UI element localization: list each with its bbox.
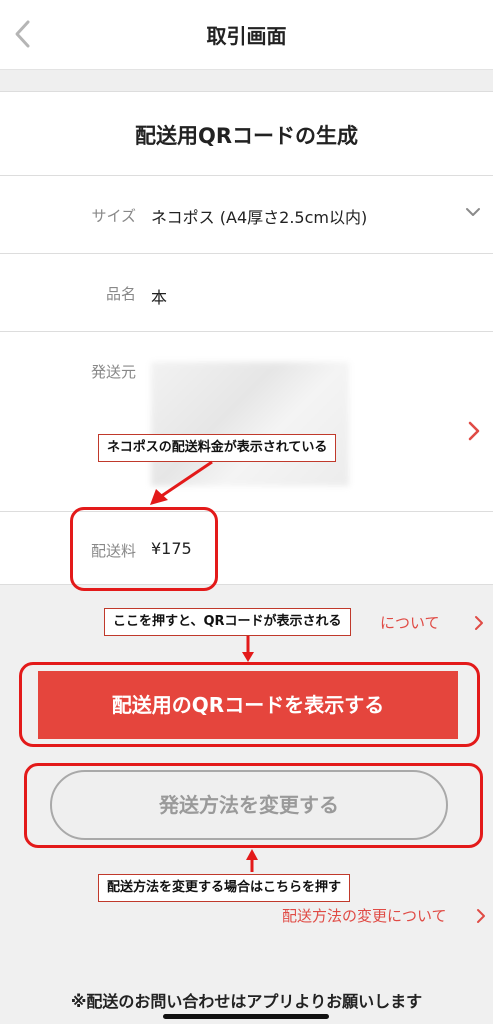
sender-address-row[interactable]: 発送元 bbox=[0, 332, 493, 512]
change-method-link-text: 配送方法の変更について bbox=[282, 907, 447, 925]
change-method-link[interactable]: 配送方法の変更について bbox=[282, 905, 485, 926]
app-header: 取引画面 bbox=[0, 0, 493, 70]
item-label: 品名 bbox=[105, 285, 136, 303]
fee-highlight-callout bbox=[70, 507, 218, 591]
size-value: ネコポス (A4厚さ2.5cm以内) bbox=[151, 208, 368, 227]
sender-label: 発送元 bbox=[90, 363, 136, 381]
page-title: 取引画面 bbox=[206, 24, 287, 48]
chevron-right-icon bbox=[477, 909, 485, 923]
chevron-right-icon bbox=[475, 616, 483, 630]
size-label: サイズ bbox=[91, 207, 136, 225]
change-button-highlight-callout bbox=[24, 763, 483, 848]
section-title-text: 配送用QRコードの生成 bbox=[134, 124, 359, 148]
blurred-address bbox=[151, 362, 349, 486]
home-indicator[interactable] bbox=[163, 1014, 329, 1019]
footer-note: ※配送のお問い合わせはアプリよりお願いします bbox=[70, 992, 423, 1011]
shipping-info-link-text: について bbox=[380, 614, 440, 632]
section-title: 配送用QRコードの生成 bbox=[0, 92, 493, 176]
qr-annotation: ここを押すと、QRコードが表示される bbox=[104, 608, 351, 636]
item-value: 本 bbox=[151, 288, 168, 307]
qr-button-highlight-callout bbox=[19, 662, 480, 747]
size-select[interactable]: サイズ ネコポス (A4厚さ2.5cm以内) bbox=[0, 176, 493, 254]
fee-annotation: ネコポスの配送料金が表示されている bbox=[98, 434, 337, 462]
chevron-right-icon bbox=[468, 421, 480, 441]
chevron-down-icon bbox=[466, 208, 480, 216]
change-annotation: 配送方法を変更する場合はこちらを押す bbox=[98, 874, 351, 902]
divider-band bbox=[0, 70, 493, 92]
item-row: 品名 本 bbox=[0, 254, 493, 332]
shipping-info-link[interactable]: について bbox=[380, 612, 483, 633]
